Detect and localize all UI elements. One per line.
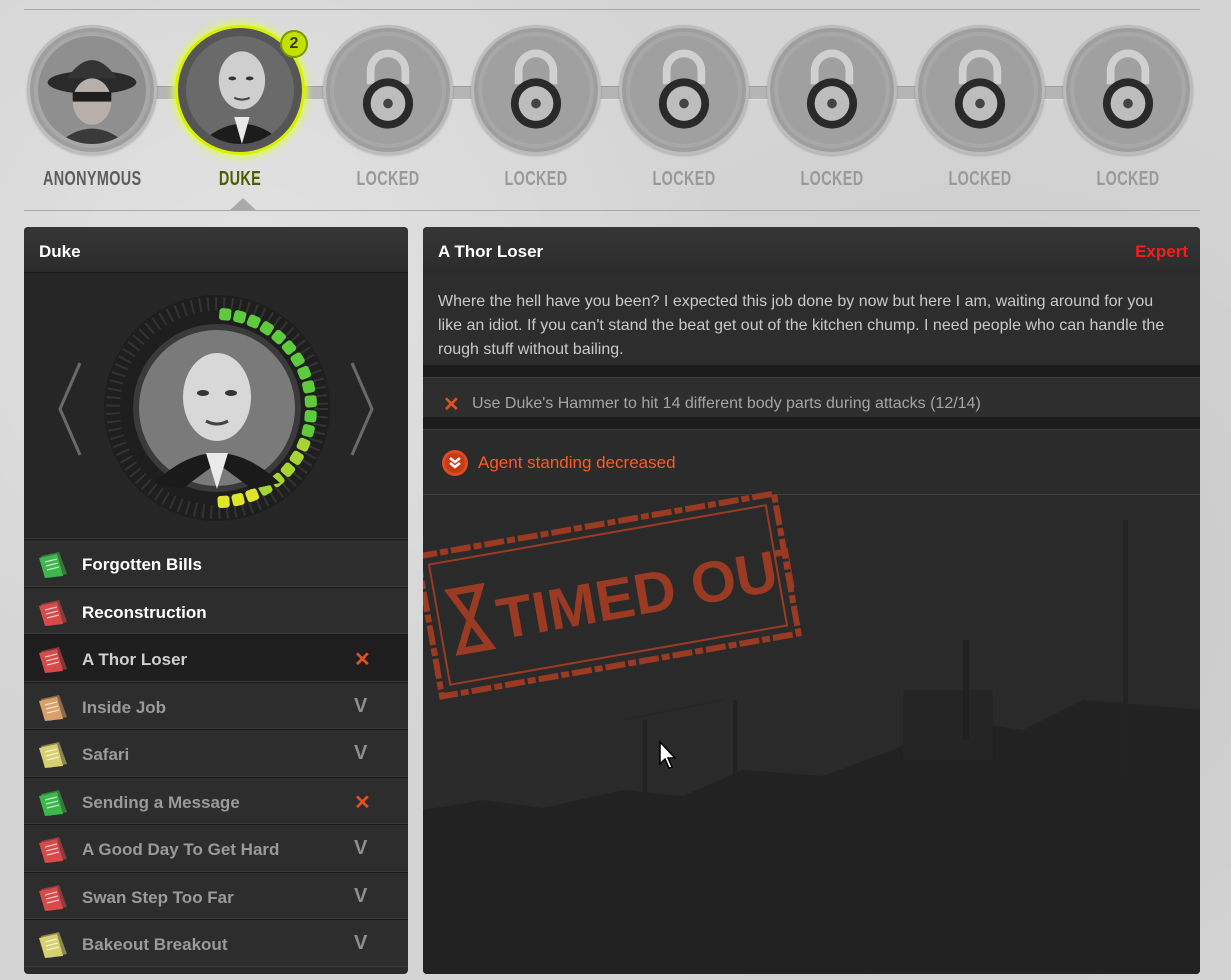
mission-complete-icon: V xyxy=(354,837,368,859)
top-divider xyxy=(24,9,1200,10)
lock-icon xyxy=(1063,25,1193,155)
mission-list: Forgotten Bills Reconstruction A Thor Lose… xyxy=(24,539,408,967)
anonymous-portrait xyxy=(38,36,146,144)
mission-name: Swan Step Too Far xyxy=(82,887,234,907)
mission-failed-icon: ✕ xyxy=(354,791,371,814)
standing-segment xyxy=(218,308,232,321)
mission-detail-panel: A Thor Loser Expert Where the hell have … xyxy=(423,227,1200,974)
agent-label: LOCKED xyxy=(504,168,568,190)
mission-complete-icon: V xyxy=(354,932,368,954)
mission-document-icon xyxy=(39,837,67,863)
agent-label: LOCKED xyxy=(1096,168,1160,190)
mission-item[interactable]: A Thor Loser ✕ xyxy=(24,634,408,682)
mouse-cursor-icon xyxy=(659,740,677,769)
mission-name: Sending a Message xyxy=(82,792,240,812)
mission-item[interactable]: Inside Job V xyxy=(24,681,408,729)
new-missions-badge: 2 xyxy=(280,30,308,58)
agent-label: LOCKED xyxy=(356,168,420,190)
mission-document-icon xyxy=(39,552,67,578)
duke-portrait xyxy=(186,36,294,144)
mission-document-icon xyxy=(39,742,67,768)
failed-icon: ✕ xyxy=(443,394,460,416)
mission-item[interactable]: Sending a Message ✕ xyxy=(24,776,408,824)
lock-icon xyxy=(619,25,749,155)
agent-locked-1[interactable]: LOCKED xyxy=(320,22,456,198)
agent-label: LOCKED xyxy=(800,168,864,190)
agent-duke[interactable]: 2 DUKE xyxy=(172,22,308,198)
mission-name: Inside Job xyxy=(82,697,167,717)
agent-panel-title: Duke xyxy=(24,227,408,273)
agent-portrait-frame xyxy=(27,25,157,155)
agent-label: DUKE xyxy=(218,168,262,190)
mission-item[interactable]: Forgotten Bills xyxy=(24,539,408,587)
mission-document-icon xyxy=(39,599,67,626)
mission-scene-image: TIMED OUT xyxy=(423,490,1200,974)
mission-name: Reconstruction xyxy=(82,602,207,622)
mission-failed-icon: ✕ xyxy=(354,649,371,671)
agent-locked-4[interactable]: LOCKED xyxy=(764,22,900,198)
difficulty-label: Expert xyxy=(1135,242,1188,261)
mission-item[interactable]: Reconstruction xyxy=(24,586,408,634)
lock-icon xyxy=(323,25,453,155)
agent-anonymous[interactable]: ANONYMOUS xyxy=(24,22,160,198)
mission-document-icon xyxy=(39,647,67,673)
mission-header: A Thor Loser Expert xyxy=(423,227,1200,273)
mission-item[interactable]: Safari V xyxy=(24,729,408,777)
agent-label: LOCKED xyxy=(652,168,716,190)
lock-icon xyxy=(915,25,1045,155)
lock-icon xyxy=(471,25,601,155)
mission-document-icon xyxy=(39,932,67,958)
mission-complete-icon: V xyxy=(354,742,368,764)
mission-result: Agent standing decreased xyxy=(423,429,1200,495)
mission-name: Safari xyxy=(82,745,130,764)
mission-item[interactable]: A Good Day To Get Hard V xyxy=(24,824,408,872)
next-agent-arrow-icon[interactable] xyxy=(346,361,376,457)
agent-strip: ANONYMOUS 2 DUKE LOCKED LOCKED LOCKED LO… xyxy=(24,22,1200,198)
mission-title: A Thor Loser xyxy=(438,242,544,261)
mission-item[interactable]: Swan Step Too Far V xyxy=(24,871,408,919)
result-text: Agent standing decreased xyxy=(478,453,676,472)
standing-segment xyxy=(217,495,230,509)
standing-decreased-icon xyxy=(442,450,468,476)
mission-document-icon xyxy=(39,884,67,911)
mission-name: Bakeout Breakout xyxy=(82,935,228,954)
agent-label: ANONYMOUS xyxy=(43,168,142,190)
agent-label: LOCKED xyxy=(948,168,1012,190)
agent-locked-2[interactable]: LOCKED xyxy=(468,22,604,198)
agent-panel: Duke Forgotten Bills Reconstruction A Thor… xyxy=(24,227,408,974)
agent-locked-6[interactable]: LOCKED xyxy=(1060,22,1196,198)
mission-objective: ✕ Use Duke's Hammer to hit 14 different … xyxy=(423,377,1200,429)
mission-document-icon xyxy=(39,789,67,816)
stamp-text: TIMED OUT xyxy=(492,533,803,652)
mission-document-icon xyxy=(39,694,67,721)
mission-name: A Good Day To Get Hard xyxy=(82,840,280,859)
mission-item[interactable]: Bakeout Breakout V xyxy=(24,919,408,967)
agent-locked-5[interactable]: LOCKED xyxy=(912,22,1048,198)
previous-agent-arrow-icon[interactable] xyxy=(56,361,86,457)
mid-divider xyxy=(24,210,1200,211)
mission-complete-icon: V xyxy=(354,694,368,717)
mission-name: Forgotten Bills xyxy=(82,555,202,574)
standing-segment xyxy=(304,395,318,408)
agent-view xyxy=(24,273,408,539)
mission-complete-icon: V xyxy=(354,884,368,907)
agent-locked-3[interactable]: LOCKED xyxy=(616,22,752,198)
mission-name: A Thor Loser xyxy=(82,650,188,669)
objective-text: Use Duke's Hammer to hit 14 different bo… xyxy=(472,395,981,412)
standing-segment xyxy=(304,409,317,423)
agent-standing-dial xyxy=(104,295,330,521)
lock-icon xyxy=(767,25,897,155)
mission-briefing: Where the hell have you been? I expected… xyxy=(423,273,1200,377)
